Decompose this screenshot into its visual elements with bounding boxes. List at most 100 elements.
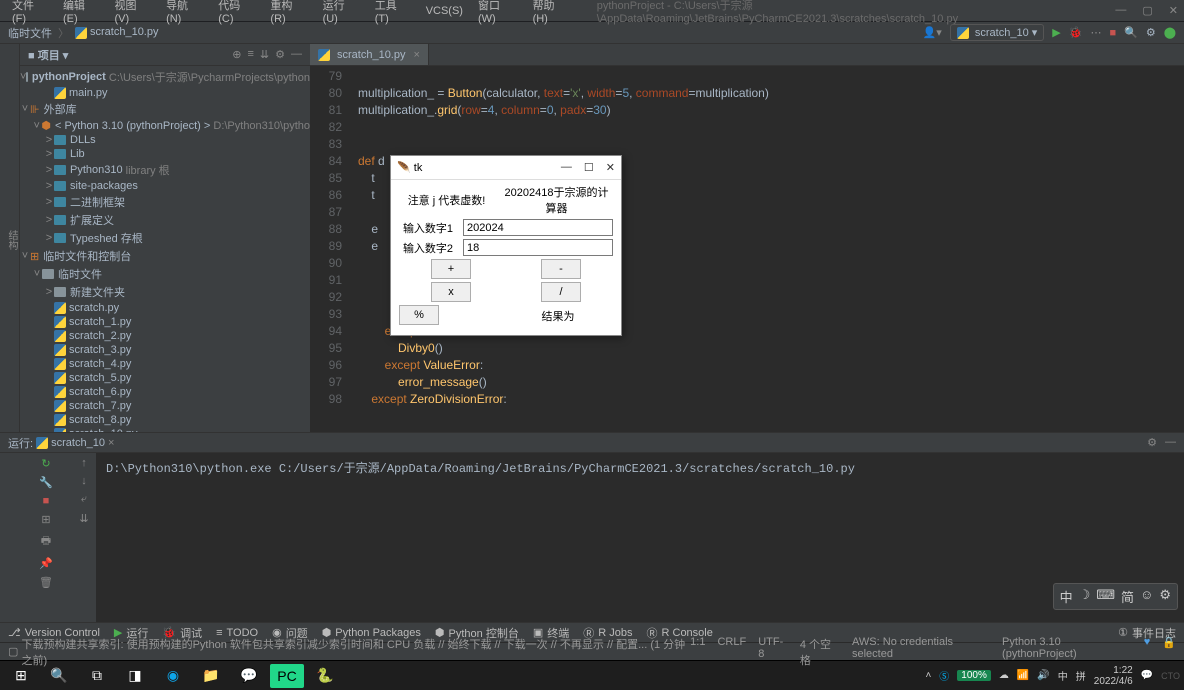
ime-pill-1[interactable]: ☽ [1079, 587, 1091, 606]
tk-minimize-icon[interactable]: — [561, 161, 572, 174]
tk-mul-button[interactable]: x [431, 282, 471, 302]
tk-window[interactable]: 🪶 tk — ☐ ✕ 注意 j 代表虚数! 20202418于宗源的计算器 输入… [390, 155, 622, 336]
more-run-icon[interactable]: ⋯ [1090, 26, 1101, 39]
notification-icon[interactable]: 💬 [1141, 670, 1153, 681]
menu-tools[interactable]: 工具(T) [369, 0, 417, 27]
menu-window[interactable]: 窗口(W) [472, 0, 524, 27]
tk-pct-button[interactable]: % [399, 305, 439, 325]
layout-icon[interactable]: ⊞ [41, 513, 50, 526]
wechat-button[interactable]: 💬 [232, 664, 266, 688]
clock-date[interactable]: 2022/4/6 [1094, 676, 1133, 687]
taskview-button[interactable]: ⧉ [80, 664, 114, 688]
run-settings2-icon[interactable]: 🔧 [39, 476, 53, 489]
ime-pill-0[interactable]: 中 [1060, 587, 1073, 606]
minimize-icon[interactable]: — [1115, 4, 1126, 17]
tree-node[interactable]: >DLLs [20, 133, 310, 147]
lock-icon[interactable]: 🔒 [1162, 636, 1176, 668]
menu-refactor[interactable]: 重构(R) [264, 0, 313, 27]
widgets-button[interactable]: ◨ [118, 664, 152, 688]
skype-icon[interactable]: Ⓢ [939, 668, 949, 683]
run-settings-icon[interactable]: ⚙ [1147, 436, 1157, 449]
console-output[interactable]: D:\Python310\python.exe C:/Users/于宗源/App… [96, 453, 1184, 622]
tree-node[interactable]: ˅pythonProject C:\Users\于宗源\PycharmProje… [20, 68, 310, 86]
tree-node[interactable]: >二进制框架 [20, 193, 310, 211]
pycharm-button[interactable]: PC [270, 664, 304, 688]
print-icon[interactable]: 🖶 [41, 532, 51, 551]
run-icon[interactable]: ▶ [1052, 26, 1060, 39]
search-icon[interactable]: 🔍 [1124, 26, 1138, 39]
project-tree[interactable]: ˅pythonProject C:\Users\于宗源\PycharmProje… [20, 66, 310, 432]
stop-icon[interactable]: ■ [1109, 27, 1116, 39]
ime-pill-2[interactable]: ⌨ [1096, 587, 1115, 606]
locate-icon[interactable]: ⊕ [232, 48, 241, 61]
explorer-button[interactable]: 📁 [194, 664, 228, 688]
tk-input-num1[interactable] [463, 219, 613, 236]
tree-node[interactable]: >新建文件夹 [20, 283, 310, 301]
tree-node[interactable]: ˅⊪外部库 [20, 100, 310, 118]
tree-node[interactable]: scratch.py [20, 301, 310, 315]
stop2-icon[interactable]: ■ [43, 495, 50, 507]
editor-tab[interactable]: scratch_10.py× [310, 44, 429, 65]
user-icon[interactable]: 👤▾ [923, 26, 942, 39]
ime-zh[interactable]: 中 [1058, 668, 1068, 683]
tk-maximize-icon[interactable]: ☐ [584, 161, 594, 174]
menu-vcs[interactable]: VCS(S) [420, 3, 469, 19]
tree-node[interactable]: scratch_7.py [20, 399, 310, 413]
crumb-file[interactable]: scratch_10.py [75, 26, 158, 38]
expand-icon[interactable]: ≡ [247, 48, 253, 61]
structure-tool[interactable]: 结构 [4, 230, 19, 250]
line-sep[interactable]: CRLF [717, 636, 746, 668]
pin-icon[interactable]: 📌 [39, 557, 53, 570]
clock-time[interactable]: 1:22 [1094, 665, 1133, 676]
tree-node[interactable]: scratch_8.py [20, 413, 310, 427]
menu-help[interactable]: 帮助(H) [527, 0, 576, 27]
heart-icon[interactable]: ♥ [1144, 636, 1151, 668]
menu-edit[interactable]: 编辑(E) [57, 0, 106, 27]
up-icon[interactable]: ↑ [81, 457, 87, 469]
sound-icon[interactable]: 🔊 [1037, 670, 1049, 681]
indent[interactable]: 4 个空格 [800, 636, 840, 668]
tree-node[interactable]: scratch_10.py [20, 427, 310, 432]
search-button[interactable]: 🔍 [42, 664, 76, 688]
edge-button[interactable]: ◉ [156, 664, 190, 688]
aws-status[interactable]: AWS: No credentials selected [852, 636, 990, 668]
debug-icon[interactable]: 🐞 [1069, 26, 1083, 39]
tree-node[interactable]: >Lib [20, 147, 310, 161]
run-target[interactable]: scratch_10 [51, 437, 105, 449]
tree-node[interactable]: main.py [20, 86, 310, 100]
menu-nav[interactable]: 导航(N) [160, 0, 209, 27]
tree-node[interactable]: >Python310 library 根 [20, 161, 310, 179]
tree-node[interactable]: >Typeshed 存根 [20, 229, 310, 247]
tray-chevron-icon[interactable]: ˄ [925, 670, 931, 681]
crumb-scratch-root[interactable]: 临时文件 [8, 25, 52, 41]
tree-node[interactable]: >site-packages [20, 179, 310, 193]
wifi-icon[interactable]: 📶 [1017, 670, 1029, 681]
tk-input-num2[interactable] [463, 239, 613, 256]
project-panel-title[interactable]: ■ 项目 ▾ [28, 47, 68, 63]
menu-view[interactable]: 视图(V) [109, 0, 158, 27]
interpreter[interactable]: Python 3.10 (pythonProject) [1002, 636, 1132, 668]
tab-close-icon[interactable]: × [413, 49, 419, 61]
tree-node[interactable]: >扩展定义 [20, 211, 310, 229]
tree-node[interactable]: ˅⊞临时文件和控制台 [20, 247, 310, 265]
hide-icon[interactable]: — [291, 48, 302, 61]
tree-node[interactable]: scratch_6.py [20, 385, 310, 399]
ime-pill-5[interactable]: ⚙ [1159, 587, 1171, 606]
battery-status[interactable]: 100% [957, 670, 991, 681]
tk-close-icon[interactable]: ✕ [606, 161, 615, 174]
ide-update-icon[interactable]: ⬤ [1164, 26, 1176, 39]
tree-node[interactable]: scratch_3.py [20, 343, 310, 357]
ime-pill-3[interactable]: 简 [1121, 587, 1134, 606]
encoding[interactable]: UTF-8 [758, 636, 788, 668]
down-icon[interactable]: ↓ [81, 475, 87, 487]
close-icon[interactable]: ✕ [1169, 4, 1178, 17]
ime-pill-4[interactable]: ☺ [1140, 587, 1153, 606]
tk-plus-button[interactable]: + [431, 259, 471, 279]
tree-node[interactable]: scratch_2.py [20, 329, 310, 343]
run-hide-icon[interactable]: — [1165, 436, 1176, 449]
tree-node[interactable]: scratch_5.py [20, 371, 310, 385]
gear-icon[interactable]: ⚙ [275, 48, 285, 61]
tree-node[interactable]: scratch_1.py [20, 315, 310, 329]
tree-node[interactable]: ˅⬢< Python 3.10 (pythonProject) > D:\Pyt… [20, 118, 310, 133]
cloud-icon[interactable]: ☁ [999, 670, 1009, 681]
